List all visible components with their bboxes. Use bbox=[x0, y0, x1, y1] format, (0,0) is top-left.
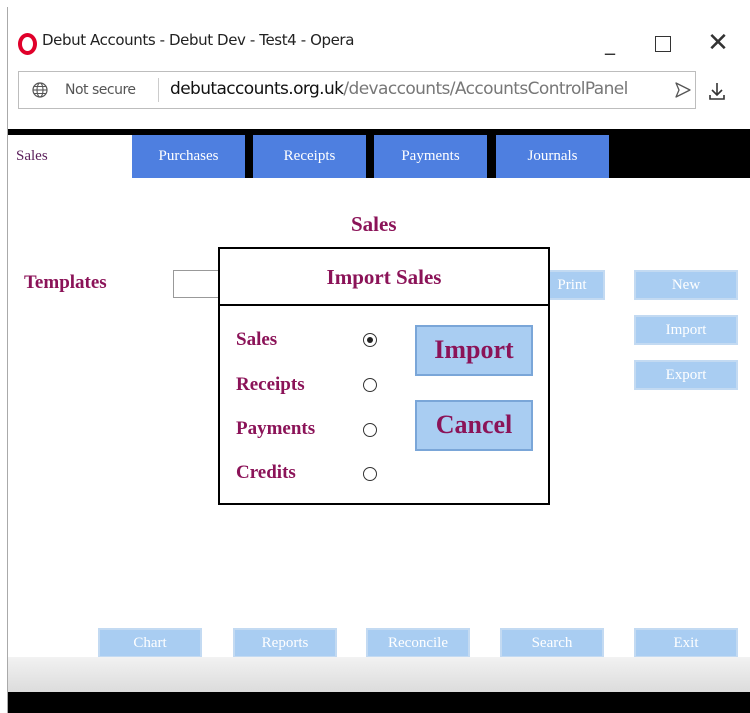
import-button[interactable]: Import bbox=[634, 315, 738, 345]
tab-receipts[interactable]: Receipts bbox=[253, 135, 368, 178]
close-icon[interactable]: ✕ bbox=[698, 23, 738, 63]
option-credits-radio[interactable] bbox=[363, 467, 377, 481]
title-bar: Debut Accounts - Debut Dev - Test4 - Ope… bbox=[8, 7, 750, 71]
browser-window: Debut Accounts - Debut Dev - Test4 - Ope… bbox=[7, 7, 750, 713]
globe-icon[interactable] bbox=[32, 82, 48, 98]
address-divider bbox=[158, 78, 159, 102]
import-sales-dialog: Import Sales Sales Receipts Payments Cre… bbox=[218, 247, 550, 505]
opera-logo-icon bbox=[18, 33, 37, 55]
option-payments-radio[interactable] bbox=[363, 423, 377, 437]
option-credits-label: Credits bbox=[236, 462, 296, 483]
chart-button[interactable]: Chart bbox=[98, 628, 202, 658]
footer-bar bbox=[8, 692, 750, 713]
page-title: Sales bbox=[351, 212, 397, 236]
url-host: debutaccounts.org.uk bbox=[170, 79, 344, 99]
status-strip bbox=[8, 657, 750, 692]
option-receipts-radio[interactable] bbox=[363, 378, 377, 392]
window-title: Debut Accounts - Debut Dev - Test4 - Ope… bbox=[42, 31, 354, 49]
dialog-cancel-button[interactable]: Cancel bbox=[415, 400, 533, 451]
maximize-icon[interactable] bbox=[643, 23, 683, 63]
exit-button[interactable]: Exit bbox=[634, 628, 738, 658]
option-payments-label: Payments bbox=[236, 418, 316, 439]
export-button[interactable]: Export bbox=[634, 360, 738, 390]
tab-journals[interactable]: Journals bbox=[496, 135, 611, 178]
url-path: /devaccounts/AccountsControlPanel bbox=[343, 79, 628, 99]
url-text[interactable]: debutaccounts.org.uk/devaccounts/Account… bbox=[170, 79, 628, 99]
option-receipts-label: Receipts bbox=[236, 374, 305, 395]
dialog-title: Import Sales bbox=[326, 265, 442, 289]
new-button[interactable]: New bbox=[634, 270, 738, 300]
download-icon[interactable] bbox=[708, 81, 726, 101]
dialog-import-button[interactable]: Import bbox=[415, 325, 533, 376]
address-bar[interactable]: Not secure debutaccounts.org.uk/devaccou… bbox=[18, 71, 696, 109]
tab-sales[interactable]: Sales bbox=[8, 135, 132, 178]
tab-payments[interactable]: Payments bbox=[374, 135, 489, 178]
option-sales-label: Sales bbox=[236, 329, 278, 350]
send-icon[interactable] bbox=[674, 81, 692, 99]
dialog-header: Import Sales bbox=[220, 249, 548, 306]
reports-button[interactable]: Reports bbox=[233, 628, 337, 658]
option-sales-radio[interactable] bbox=[363, 333, 377, 347]
reconcile-button[interactable]: Reconcile bbox=[366, 628, 470, 658]
security-status[interactable]: Not secure bbox=[65, 82, 136, 98]
templates-label: Templates bbox=[24, 272, 107, 293]
tab-purchases[interactable]: Purchases bbox=[132, 135, 247, 178]
search-button[interactable]: Search bbox=[500, 628, 604, 658]
minimize-icon[interactable]: _ bbox=[590, 23, 630, 63]
